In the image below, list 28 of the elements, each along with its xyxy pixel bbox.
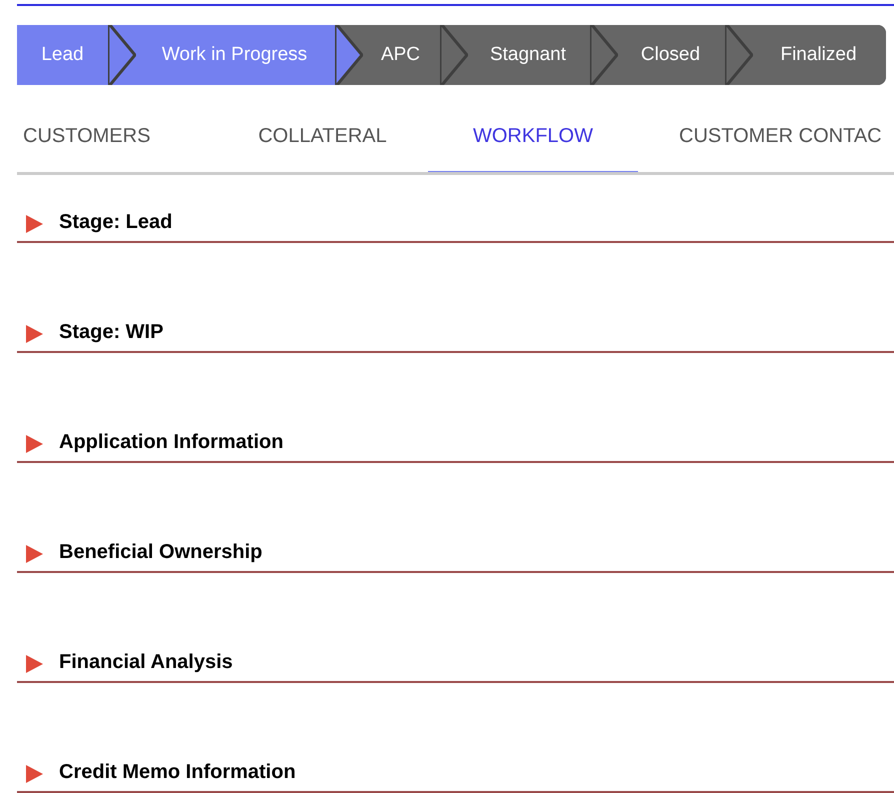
section-header[interactable]: Stage: Lead — [17, 203, 894, 243]
section-header[interactable]: Beneficial Ownership — [17, 533, 894, 573]
chevron-icon — [108, 25, 136, 85]
chevron-icon — [440, 25, 468, 85]
tab[interactable]: COLLATERAL — [217, 100, 428, 172]
section-header[interactable]: Financial Analysis — [17, 643, 894, 683]
triangle-right-icon — [25, 765, 43, 783]
tab[interactable]: WORKFLOW — [428, 100, 638, 172]
chevron-icon — [590, 25, 618, 85]
section-title: Credit Memo Information — [59, 760, 296, 785]
tab[interactable]: CUSTOMER CONTAC — [638, 100, 894, 172]
section-title: Application Information — [59, 430, 284, 455]
section-title: Beneficial Ownership — [59, 540, 262, 565]
triangle-right-icon — [25, 215, 43, 233]
stage-step[interactable]: Finalized — [725, 25, 886, 85]
section-header[interactable]: Credit Memo Information — [17, 753, 894, 793]
section-header[interactable]: Application Information — [17, 423, 894, 463]
section-title: Stage: Lead — [59, 210, 172, 235]
section-title: Financial Analysis — [59, 650, 233, 675]
chevron-icon — [725, 25, 753, 85]
section-title: Stage: WIP — [59, 320, 164, 345]
triangle-right-icon — [25, 435, 43, 453]
section-header[interactable]: Stage: WIP — [17, 313, 894, 353]
triangle-right-icon — [25, 325, 43, 343]
tab[interactable]: CUSTOMERS — [17, 100, 217, 172]
chevron-icon — [335, 25, 363, 85]
triangle-right-icon — [25, 545, 43, 563]
triangle-right-icon — [25, 655, 43, 673]
